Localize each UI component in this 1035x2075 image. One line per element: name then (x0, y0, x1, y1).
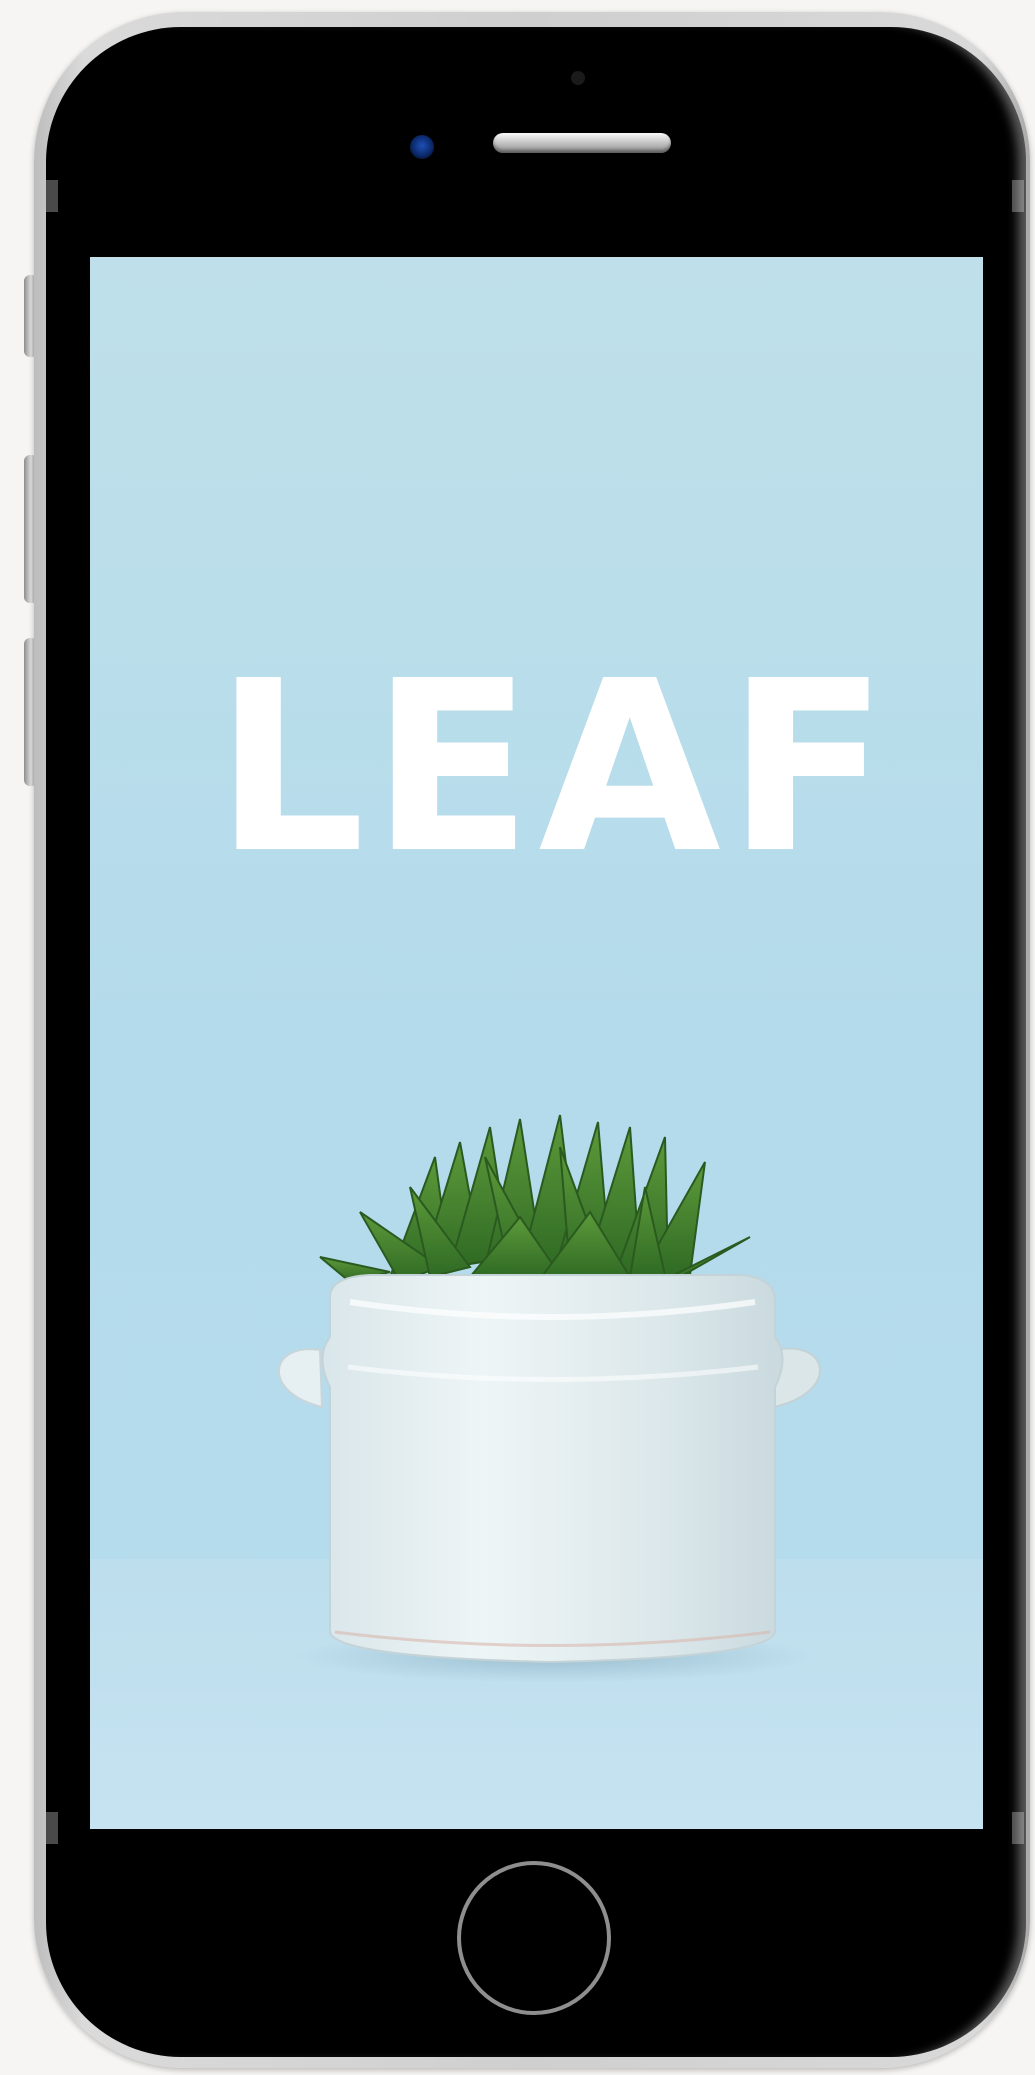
proximity-sensor-icon (410, 135, 434, 159)
front-camera-icon (571, 71, 585, 85)
speaker-grille-icon (493, 133, 671, 153)
antenna-band (46, 1812, 58, 1844)
succulent-leaves (319, 1114, 751, 1284)
antenna-band (1012, 1812, 1024, 1844)
antenna-band (46, 180, 58, 212)
potted-succulent-image (278, 1114, 821, 1683)
home-button-icon[interactable] (457, 1861, 611, 2015)
antenna-band (1012, 180, 1024, 212)
mockup-page: LEAF (0, 0, 1035, 2075)
app-splash-screen: LEAF (90, 257, 983, 1829)
